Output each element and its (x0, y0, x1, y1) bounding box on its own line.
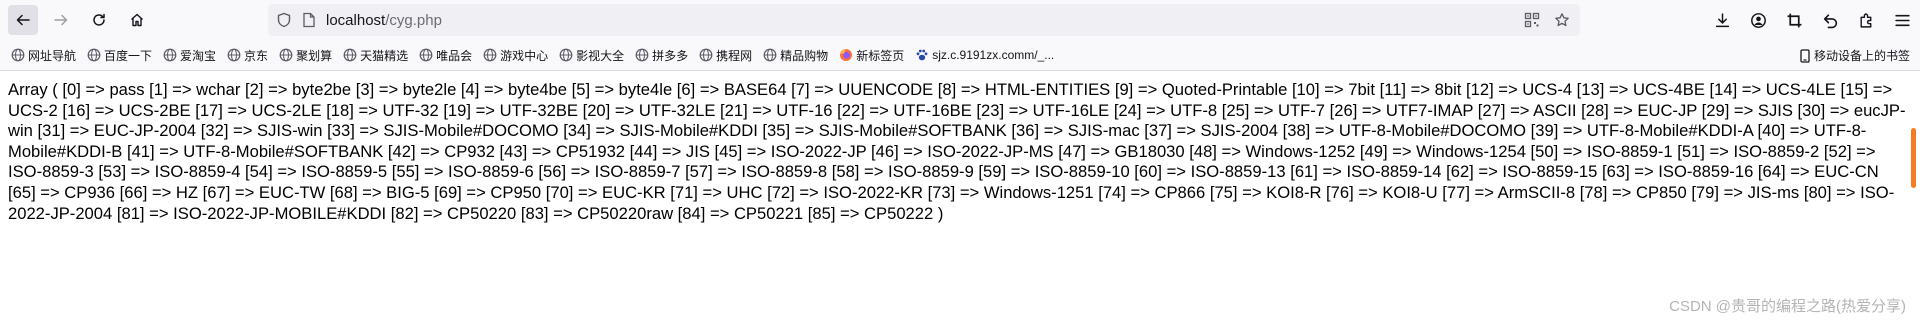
bookmark-label: 携程网 (716, 48, 753, 63)
home-icon (131, 13, 143, 27)
bookmark-label: 拼多多 (652, 48, 689, 63)
mobile-bookmarks-label: 移动设备上的书签 (1813, 49, 1910, 63)
bookmark-label: 京东 (244, 48, 269, 63)
mobile-bookmarks-folder[interactable]: 移动设备上的书签 (1799, 47, 1910, 64)
qr-code-icon[interactable] (1524, 12, 1540, 28)
bookmark-item[interactable]: 天猫精选 (343, 47, 408, 64)
download-icon (1715, 12, 1729, 27)
globe-icon (483, 48, 497, 62)
star-icon[interactable] (1554, 12, 1570, 28)
firefox-icon (840, 49, 853, 61)
globe-icon (227, 48, 241, 62)
bookmark-item[interactable]: 携程网 (699, 47, 752, 64)
globe-icon (279, 48, 293, 62)
undo-icon (1823, 13, 1837, 28)
page-icon[interactable] (302, 12, 316, 28)
arrow-right-icon (54, 14, 68, 26)
bookmark-item[interactable]: sjz.c.9191zx.comm/_... (915, 48, 1054, 62)
extensions-icon (1859, 13, 1871, 28)
reload-icon (93, 13, 105, 26)
home-button[interactable] (122, 5, 152, 35)
bookmark-label: 聚划算 (296, 48, 333, 63)
globe-icon (87, 48, 101, 62)
bookmark-item[interactable]: 聚划算 (279, 47, 332, 64)
bookmark-item[interactable]: 唯品会 (419, 47, 472, 64)
bookmark-label: sjz.c.9191zx.comm/_... (932, 48, 1055, 62)
bookmark-item[interactable]: 精品购物 (763, 47, 828, 64)
bookmark-label: 网址导航 (28, 48, 77, 63)
downloads-button[interactable] (1704, 5, 1740, 35)
bookmark-label: 唯品会 (436, 48, 473, 63)
account-button[interactable] (1740, 5, 1776, 35)
toolbar-right (1704, 5, 1920, 35)
bookmark-label: 天猫精选 (360, 48, 409, 63)
url-path: /cyg.php (385, 11, 442, 29)
address-bar[interactable]: localhost/cyg.php (268, 4, 1580, 36)
bookmark-label: 爱淘宝 (180, 48, 217, 63)
bookmark-label: 影视大全 (576, 48, 625, 63)
page-body-output: Array ( [0] => pass [1] => wchar [2] => … (8, 80, 1906, 223)
globe-icon (11, 48, 25, 62)
shield-icon[interactable] (276, 12, 292, 28)
mobile-device-icon (1800, 48, 1810, 63)
bookmarks-toolbar: 网址导航 百度一下 爱淘宝 京东 聚划算 天猫精选 唯品会 游戏中心 影视大全 … (0, 40, 1920, 71)
navigation-toolbar: localhost/cyg.php (0, 0, 1920, 40)
globe-icon (699, 48, 713, 62)
account-icon (1750, 12, 1766, 28)
crop-icon (1787, 13, 1801, 27)
address-bar-actions (1524, 12, 1570, 28)
bookmark-item[interactable]: 网址导航 (11, 47, 76, 64)
globe-icon (343, 48, 357, 62)
hamburger-menu-icon (1894, 14, 1910, 26)
globe-icon (163, 48, 177, 62)
globe-icon (763, 48, 777, 62)
bookmark-label: 游戏中心 (500, 48, 549, 63)
arrow-left-icon (16, 14, 30, 26)
extensions-button[interactable] (1848, 5, 1884, 35)
watermark: CSDN @贵哥的编程之路(热爱分享) (1669, 298, 1906, 315)
bookmark-item[interactable]: 百度一下 (87, 47, 152, 64)
undo-button[interactable] (1812, 5, 1848, 35)
bookmark-label: 百度一下 (104, 48, 153, 63)
bookmark-label: 精品购物 (780, 48, 829, 63)
forward-button[interactable] (46, 5, 76, 35)
bookmark-item[interactable]: 京东 (227, 47, 268, 64)
bookmark-item[interactable]: 爱淘宝 (163, 47, 216, 64)
globe-icon (419, 48, 433, 62)
url-host: localhost (326, 11, 386, 29)
browser-window: localhost/cyg.php 网址导航 百度一下 爱淘宝 京东 聚划算 天… (0, 0, 1920, 328)
scrollbar-thumb[interactable] (1911, 128, 1916, 188)
bookmark-item[interactable]: 影视大全 (559, 47, 624, 64)
crop-button[interactable] (1776, 5, 1812, 35)
bookmark-item[interactable]: 新标签页 (839, 47, 904, 64)
paw-icon (916, 49, 928, 61)
menu-button[interactable] (1884, 5, 1920, 35)
bookmark-label: 新标签页 (856, 48, 905, 63)
back-button[interactable] (8, 5, 38, 35)
bookmark-item[interactable]: 拼多多 (635, 47, 688, 64)
reload-button[interactable] (84, 5, 114, 35)
bookmark-item[interactable]: 游戏中心 (483, 47, 548, 64)
globe-icon (559, 48, 573, 62)
globe-icon (635, 48, 649, 62)
url-text[interactable]: localhost/cyg.php (326, 12, 442, 29)
